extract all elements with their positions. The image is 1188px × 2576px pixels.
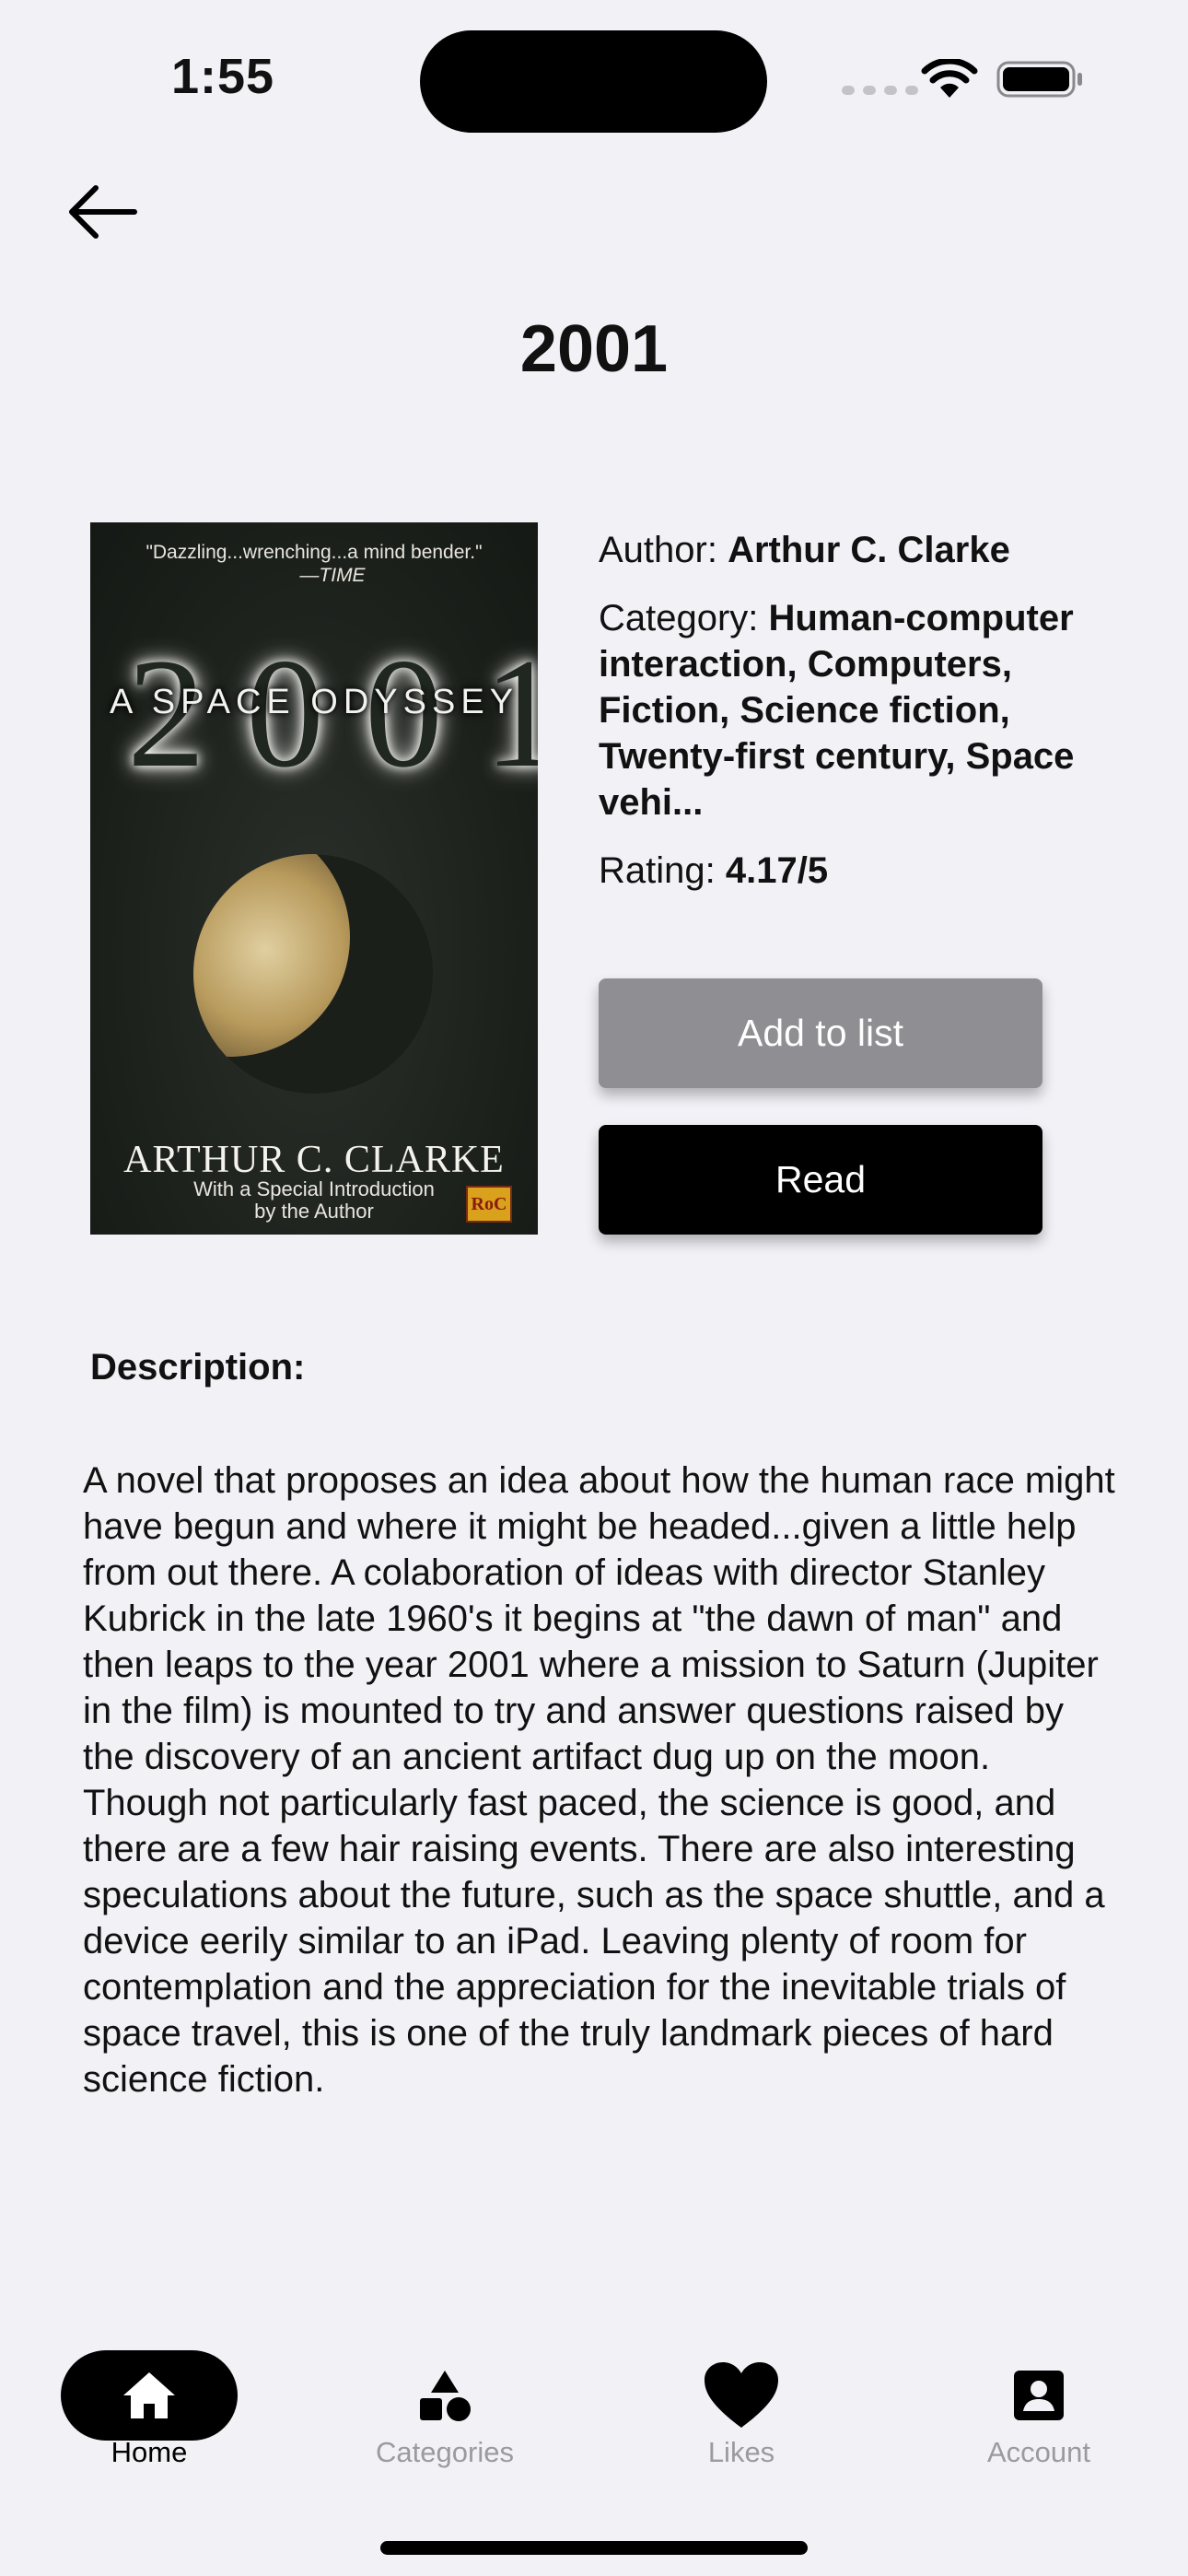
category-label: Category:: [599, 598, 769, 638]
publisher-logo: RoC: [466, 1186, 512, 1223]
book-detail-screen: 1:55 2001 "Dazzling...wrenching...a mind…: [0, 0, 1188, 2576]
read-button[interactable]: Read: [599, 1125, 1042, 1235]
tab-likes[interactable]: Likes: [649, 2349, 833, 2469]
author-label: Author:: [599, 530, 728, 570]
wifi-icon: [921, 59, 978, 98]
tab-categories[interactable]: Categories: [353, 2349, 537, 2469]
cellular-signal-icon: [842, 86, 918, 95]
home-indicator[interactable]: [380, 2541, 808, 2555]
cover-author: ARTHUR C. CLARKE: [123, 1139, 505, 1181]
cover-subtitle: A SPACE ODYSSEY: [109, 683, 519, 721]
rating-row: Rating: 4.17/5: [599, 848, 1114, 894]
author-value: Arthur C. Clarke: [728, 530, 1010, 570]
page-title: 2001: [519, 312, 669, 386]
back-button[interactable]: [57, 175, 146, 249]
cover-quote-text: "Dazzling...wrenching...a mind bender.": [146, 542, 483, 563]
cover-quote-attribution: —TIME: [299, 565, 366, 586]
heart-icon: [705, 2362, 778, 2428]
description-heading: Description:: [90, 1347, 306, 1388]
cover-quote: "Dazzling...wrenching...a mind bender." …: [90, 541, 538, 587]
person-icon: [1014, 2371, 1064, 2420]
battery-icon: [996, 61, 1082, 98]
tab-categories-label: Categories: [376, 2436, 514, 2468]
tab-home-label: Home: [111, 2436, 188, 2468]
shapes-icon: [420, 2371, 471, 2421]
tab-likes-label: Likes: [707, 2436, 775, 2468]
tab-home-highlight: [61, 2350, 238, 2441]
book-details: Author: Arthur C. Clarke Category: Human…: [599, 527, 1114, 894]
status-time: 1:55: [171, 49, 275, 104]
home-icon: [123, 2372, 175, 2418]
description-text: A novel that proposes an idea about how …: [83, 1460, 1115, 2100]
tab-bar: Home Categories Likes Account: [0, 2349, 1188, 2497]
arrow-left-icon: [69, 185, 137, 239]
rating-value: 4.17/5: [725, 850, 829, 891]
author-row: Author: Arthur C. Clarke: [599, 527, 1114, 573]
category-row: Category: Human-computer interaction, Co…: [599, 595, 1114, 825]
tab-home[interactable]: Home: [57, 2349, 241, 2469]
moon-illustration: [193, 854, 433, 1094]
book-cover: "Dazzling...wrenching...a mind bender." …: [90, 522, 538, 1235]
tab-account[interactable]: Account: [947, 2349, 1131, 2469]
rating-label: Rating:: [599, 850, 726, 891]
add-to-list-button[interactable]: Add to list: [599, 978, 1042, 1088]
tab-account-label: Account: [986, 2436, 1090, 2468]
dynamic-island: [420, 30, 767, 133]
